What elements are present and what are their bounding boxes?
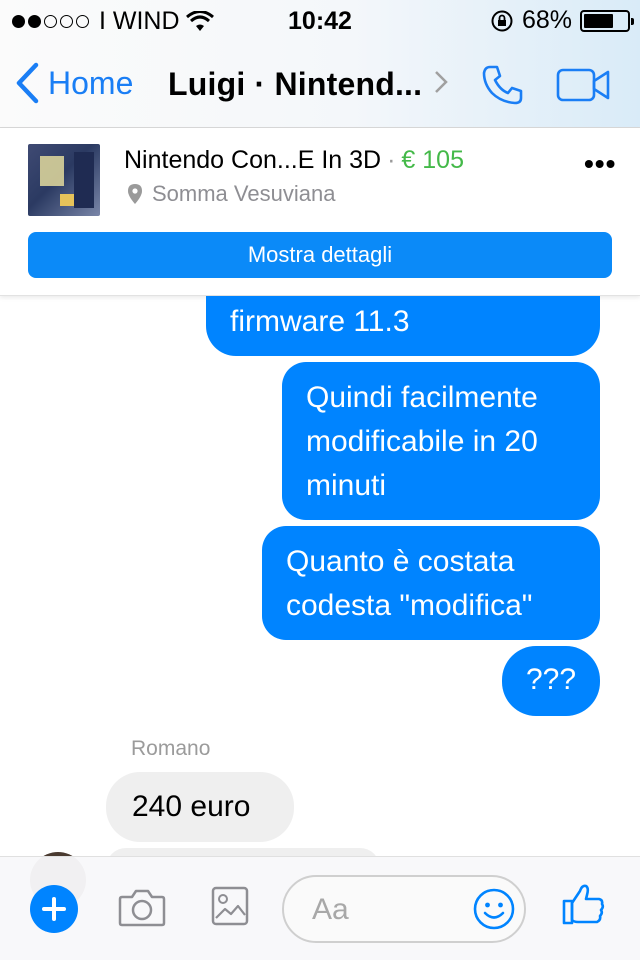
back-button[interactable]: Home bbox=[14, 62, 133, 104]
message-placeholder: Aa bbox=[312, 893, 349, 926]
thumbs-up-icon[interactable] bbox=[560, 881, 606, 927]
chevron-right-icon[interactable] bbox=[434, 70, 448, 94]
incoming-message[interactable]: 240 euro bbox=[106, 772, 294, 842]
phone-call-icon[interactable] bbox=[480, 62, 526, 108]
message-input[interactable]: Aa bbox=[282, 875, 526, 943]
outgoing-message[interactable]: Quanto è costata codesta "modifica" bbox=[262, 526, 600, 640]
conversation-title[interactable]: Luigi · Nintend... bbox=[168, 66, 422, 103]
sender-name: Romano bbox=[131, 737, 211, 760]
listing-location: Somma Vesuviana bbox=[128, 181, 335, 207]
location-text: Somma Vesuviana bbox=[152, 181, 336, 206]
chevron-left-icon bbox=[16, 62, 39, 104]
outgoing-message[interactable]: firmware 11.3 bbox=[206, 296, 600, 356]
listing-title-row: Nintendo Con...E In 3D · € 105 bbox=[124, 146, 464, 175]
status-bar: I WIND 10:42 68% bbox=[0, 0, 640, 40]
message-composer: Aa bbox=[0, 856, 640, 960]
rotation-lock-icon bbox=[491, 10, 513, 31]
plus-icon[interactable] bbox=[30, 885, 78, 933]
camera-icon[interactable] bbox=[118, 887, 166, 927]
location-pin-icon bbox=[128, 184, 142, 204]
outgoing-message[interactable]: ??? bbox=[502, 646, 600, 716]
battery-icon bbox=[580, 9, 634, 32]
show-details-button[interactable]: Mostra dettagli bbox=[28, 232, 612, 278]
more-options-icon[interactable]: ••• bbox=[584, 148, 616, 180]
header: I WIND 10:42 68% Home Luigi · Nintend... bbox=[0, 0, 640, 128]
video-call-icon[interactable] bbox=[556, 68, 610, 102]
battery-percent: 68% bbox=[521, 6, 572, 34]
listing-title: Nintendo Con...E In 3D bbox=[124, 146, 382, 174]
listing-thumbnail[interactable] bbox=[28, 144, 100, 216]
listing-separator: · bbox=[387, 146, 396, 174]
marketplace-listing-card: Nintendo Con...E In 3D · € 105 ••• Somma V… bbox=[0, 128, 640, 296]
status-right: 68% bbox=[490, 6, 634, 35]
emoji-icon[interactable] bbox=[472, 887, 516, 931]
listing-price: € 105 bbox=[401, 146, 464, 174]
nav-bar: Home Luigi · Nintend... bbox=[0, 52, 640, 116]
outgoing-message[interactable]: Quindi facilmente modificabile in 20 min… bbox=[282, 362, 600, 520]
gallery-icon[interactable] bbox=[210, 885, 250, 927]
back-label: Home bbox=[48, 64, 134, 101]
